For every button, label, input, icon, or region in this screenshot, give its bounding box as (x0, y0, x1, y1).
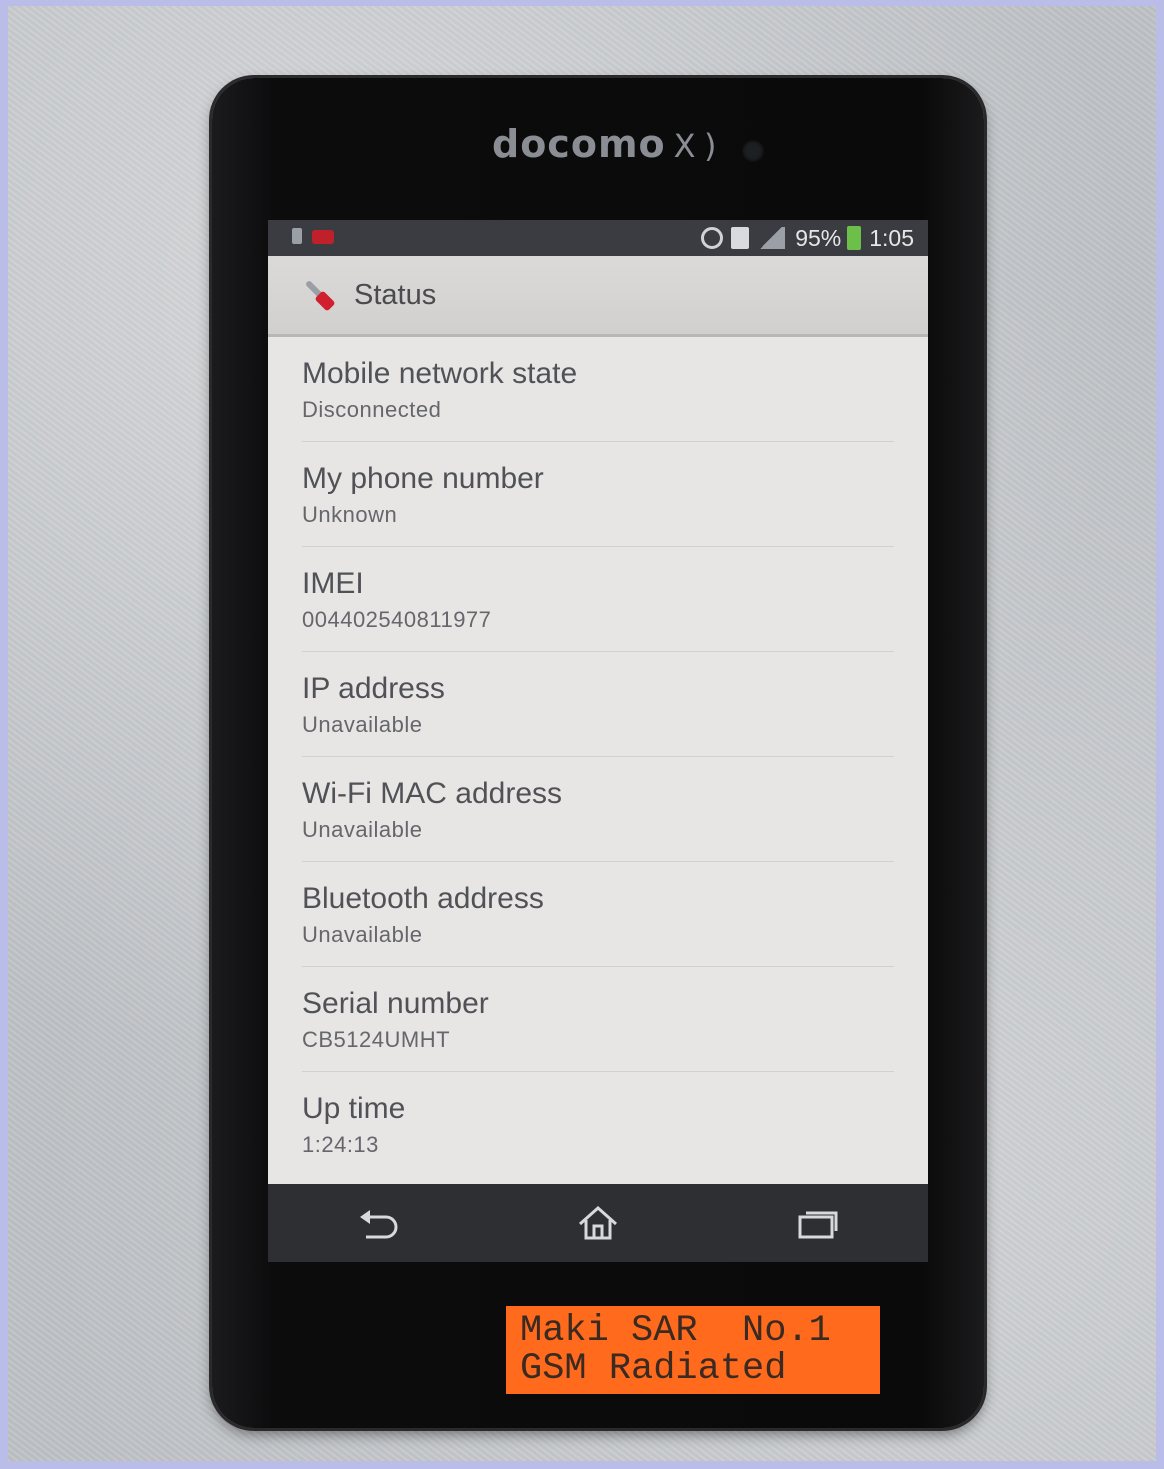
page-title: Status (354, 278, 437, 311)
list-item-up-time[interactable]: Up time 1:24:13 (302, 1072, 894, 1177)
status-list: Mobile network state Disconnected My pho… (268, 337, 928, 1177)
item-value: 1:24:13 (302, 1132, 379, 1157)
recent-apps-button[interactable] (788, 1198, 848, 1248)
clock: 1:05 (869, 224, 914, 251)
recent-apps-icon (798, 1211, 838, 1239)
list-item-mobile-network-state[interactable]: Mobile network state Disconnected (302, 337, 894, 442)
navigation-bar (268, 1184, 928, 1262)
item-title: Up time (302, 1092, 406, 1125)
sd-card-icon (731, 227, 750, 249)
list-item-ip-address[interactable]: IP address Unavailable (302, 652, 894, 757)
item-title: Mobile network state (302, 357, 578, 390)
brand-logo: docomo X ) (492, 122, 717, 166)
list-item-bluetooth-address[interactable]: Bluetooth address Unavailable (302, 862, 894, 967)
status-bar: 95% 1:05 (268, 220, 928, 256)
home-icon (579, 1205, 617, 1240)
item-title: IP address (302, 672, 445, 705)
item-value: Unknown (302, 502, 398, 527)
sim-icon (292, 228, 302, 244)
brand-name: docomo (492, 122, 666, 166)
item-title: Bluetooth address (302, 882, 544, 915)
item-value: CB5124UMHT (302, 1027, 451, 1052)
signal-icon (757, 227, 786, 249)
item-title: My phone number (302, 462, 544, 495)
tools-icon (298, 275, 338, 315)
list-item-wifi-mac-address[interactable]: Wi-Fi MAC address Unavailable (302, 757, 894, 862)
notification-icon (312, 230, 334, 244)
brand-suffix: X ) (673, 127, 718, 165)
item-value: Unavailable (302, 817, 423, 842)
list-item-phone-number[interactable]: My phone number Unknown (302, 442, 894, 547)
sync-icon (701, 227, 724, 249)
status-left (292, 228, 334, 244)
status-icons (701, 227, 786, 249)
item-value: Disconnected (302, 397, 442, 422)
label-line-2: GSM Radiated (520, 1348, 787, 1390)
front-camera (742, 140, 764, 162)
list-item-imei[interactable]: IMEI 004402540811977 (302, 547, 894, 652)
item-title: IMEI (302, 567, 364, 600)
battery-icon (847, 226, 862, 250)
item-value: 004402540811977 (302, 607, 492, 632)
screen: 95% 1:05 Status Mobile network state Dis… (268, 220, 928, 1262)
home-button[interactable] (568, 1198, 628, 1248)
back-icon (360, 1210, 398, 1239)
label-line-1: Maki SAR No.1 (520, 1310, 831, 1352)
device-label-sticker: Maki SAR No.1 GSM Radiated (506, 1306, 880, 1394)
item-title: Serial number (302, 987, 489, 1020)
item-value: Unavailable (302, 712, 423, 737)
title-bar: Status (268, 256, 928, 337)
list-item-serial-number[interactable]: Serial number CB5124UMHT (302, 967, 894, 1072)
item-value: Unavailable (302, 922, 423, 947)
battery-percent: 95% (795, 224, 842, 251)
back-button[interactable] (348, 1198, 408, 1248)
item-title: Wi-Fi MAC address (302, 777, 563, 810)
